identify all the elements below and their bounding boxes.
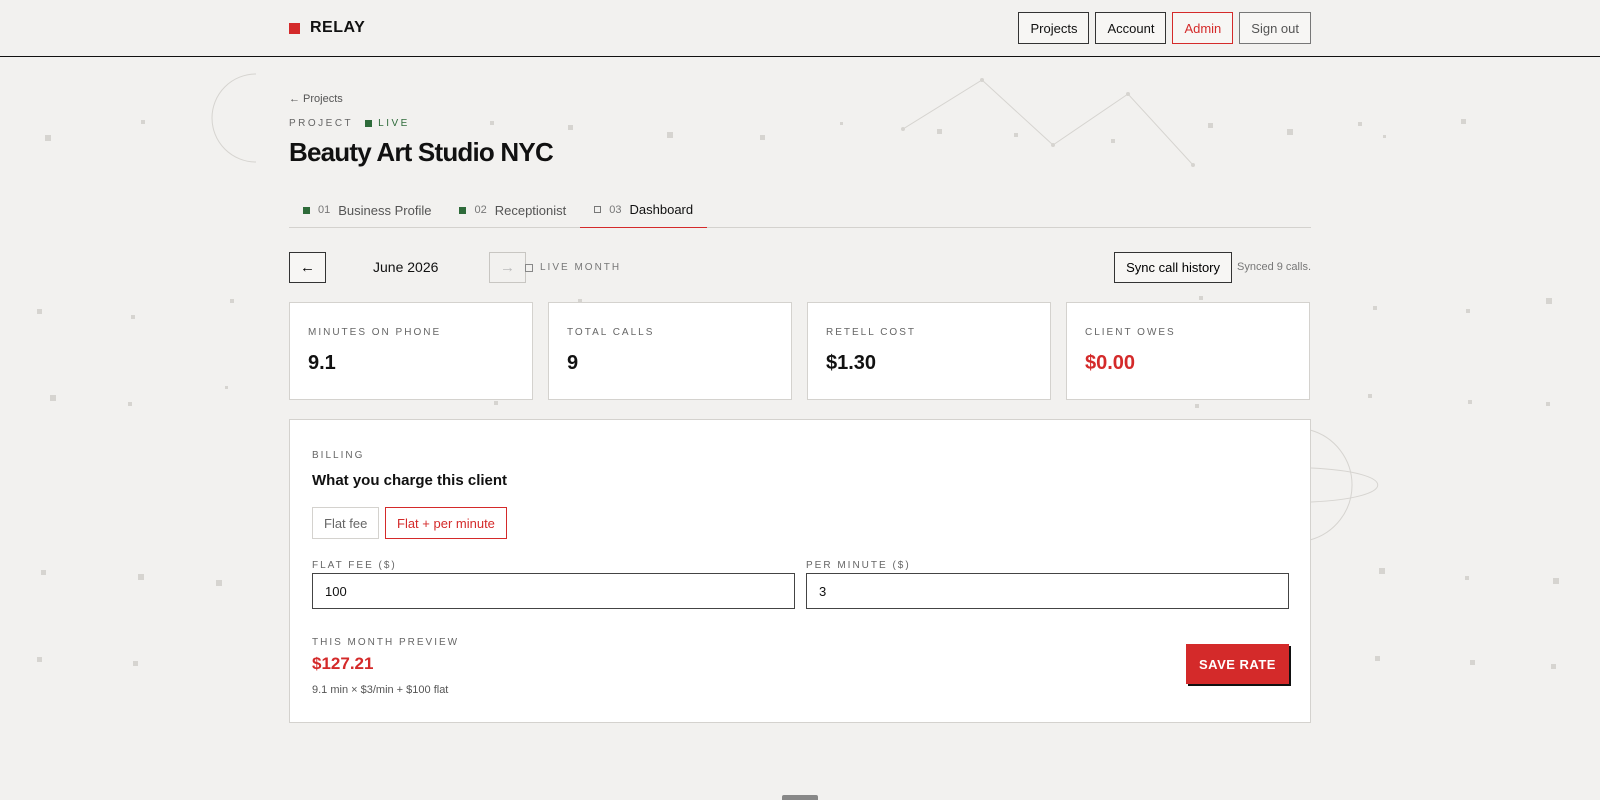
arrow-right-icon: → [500, 259, 515, 276]
preview-formula: 9.1 min × $3/min + $100 flat [312, 684, 449, 696]
step-tabs: 01 Business Profile 02 Receptionist 03 D… [289, 192, 1311, 228]
stat-minutes-on-phone: MINUTES ON PHONE 9.1 [289, 302, 533, 400]
save-rate-button[interactable]: SAVE RATE [1186, 644, 1289, 684]
live-month-label: LIVE MONTH [540, 262, 622, 273]
next-month-button[interactable]: → [489, 252, 526, 283]
billing-panel: BILLING What you charge this client Flat… [289, 419, 1311, 723]
scroll-handle[interactable] [782, 795, 818, 800]
previous-month-button[interactable]: ← [289, 252, 326, 283]
stat-label: TOTAL CALLS [567, 327, 655, 338]
project-eyebrow-label: PROJECT [289, 118, 354, 129]
sync-call-history-button[interactable]: Sync call history [1114, 252, 1232, 283]
live-status-icon [365, 120, 373, 127]
live-month-square-icon [525, 263, 533, 272]
brand-square-icon [289, 22, 300, 34]
project-eyebrow: PROJECT LIVE [289, 118, 410, 129]
tab-dashboard[interactable]: 03 Dashboard [580, 192, 708, 228]
tab-business-profile[interactable]: 01 Business Profile [289, 192, 445, 228]
tab-label: Receptionist [494, 202, 567, 218]
flat-fee-label: FLAT FEE ($) [312, 560, 397, 571]
billing-section-label: BILLING [312, 450, 365, 461]
preview-label: THIS MONTH PREVIEW [312, 637, 460, 648]
preview-amount: $127.21 [312, 654, 374, 673]
stat-label: CLIENT OWES [1085, 327, 1176, 338]
per-minute-input[interactable] [806, 573, 1289, 609]
step-complete-icon [459, 206, 467, 214]
live-month-indicator: LIVE MONTH [525, 262, 621, 273]
status-label: LIVE [378, 118, 410, 129]
admin-button[interactable]: Admin [1172, 12, 1234, 44]
month-selector: ← June 2026 → LIVE MONTH Sync call histo… [289, 252, 1311, 284]
tab-number: 01 [318, 204, 331, 216]
tab-receptionist[interactable]: 02 Receptionist [445, 192, 580, 228]
step-incomplete-icon [594, 206, 602, 213]
stats-row: MINUTES ON PHONE 9.1 TOTAL CALLS 9 RETEL… [289, 302, 1311, 400]
step-complete-icon [303, 206, 310, 214]
sync-status: Synced 9 calls. [1237, 261, 1311, 273]
per-minute-label: PER MINUTE ($) [806, 560, 911, 571]
projects-button[interactable]: Projects [1018, 12, 1090, 44]
stat-value: 9 [567, 352, 579, 374]
tab-number: 02 [474, 204, 487, 216]
flat-fee-option[interactable]: Flat fee [312, 507, 380, 539]
stat-label: RETELL COST [826, 327, 916, 338]
account-button[interactable]: Account [1095, 12, 1167, 44]
stat-retell-cost: RETELL COST $1.30 [807, 302, 1051, 400]
back-to-projects-link[interactable]: ← Projects [289, 93, 343, 105]
top-bar: RELAY Projects Account Admin Sign out [0, 0, 1600, 57]
top-nav: Projects Account Admin Sign out [1018, 12, 1311, 44]
tab-label: Dashboard [629, 202, 694, 217]
brand-name: RELAY [310, 19, 366, 36]
flat-plus-per-minute-option[interactable]: Flat + per minute [385, 507, 507, 539]
brand-logo[interactable]: RELAY [289, 19, 365, 37]
tab-label: Business Profile [338, 202, 432, 218]
tab-number: 03 [609, 203, 622, 216]
arrow-left-icon: ← [300, 259, 315, 276]
billing-title: What you charge this client [312, 472, 508, 489]
stat-value: $1.30 [826, 352, 877, 374]
stat-value: 9.1 [308, 352, 336, 374]
current-month: June 2026 [373, 259, 439, 275]
stat-value: $0.00 [1085, 352, 1136, 374]
stat-total-calls: TOTAL CALLS 9 [548, 302, 792, 400]
flat-fee-input[interactable] [312, 573, 795, 609]
sign-out-button[interactable]: Sign out [1239, 12, 1311, 44]
status-badge: LIVE [365, 118, 410, 129]
page-title: Beauty Art Studio NYC [289, 137, 554, 167]
stat-client-owes: CLIENT OWES $0.00 [1066, 302, 1310, 400]
stat-label: MINUTES ON PHONE [308, 327, 442, 338]
